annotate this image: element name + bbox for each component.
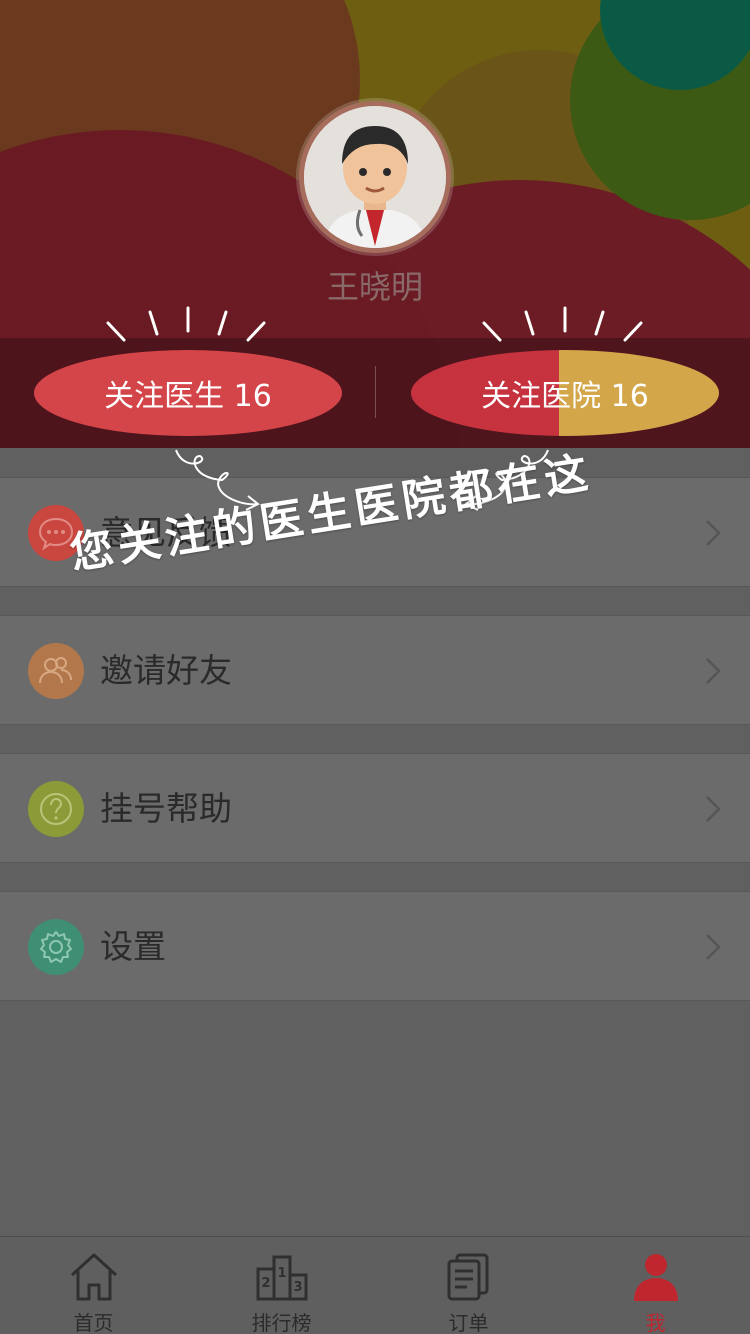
menu-item-registration-help[interactable]: 挂号帮助 bbox=[0, 753, 750, 863]
home-icon bbox=[70, 1253, 117, 1301]
follow-doctors-label: 关注医生 16 bbox=[104, 379, 272, 414]
question-icon bbox=[28, 781, 84, 837]
follow-hospitals-button[interactable]: 关注医院 16 bbox=[411, 350, 719, 436]
document-icon bbox=[447, 1253, 488, 1301]
chevron-right-icon bbox=[706, 934, 721, 960]
menu-label-invite-friends: 邀请好友 bbox=[100, 651, 232, 690]
tab-ranking-label: 排行榜 bbox=[251, 1311, 312, 1334]
svg-text:1: 1 bbox=[277, 1266, 286, 1281]
svg-text:3: 3 bbox=[293, 1280, 302, 1295]
bottom-tab-bar: 首页 1 2 3 排行榜 订单 我 bbox=[0, 1236, 750, 1334]
profile-header: 王晓明 关注医生 16 关注医院 16 bbox=[0, 0, 750, 448]
username: 王晓明 bbox=[326, 268, 423, 306]
tab-ranking[interactable]: 1 2 3 排行榜 bbox=[188, 1237, 375, 1334]
tab-me[interactable]: 我 bbox=[562, 1237, 749, 1334]
chevron-right-icon bbox=[706, 520, 721, 546]
avatar[interactable] bbox=[299, 101, 451, 253]
tab-orders-label: 订单 bbox=[448, 1311, 489, 1334]
follow-hospitals-label: 关注医院 16 bbox=[481, 379, 649, 414]
follow-divider bbox=[375, 366, 376, 418]
tab-orders[interactable]: 订单 bbox=[375, 1237, 562, 1334]
svg-text:2: 2 bbox=[261, 1276, 270, 1291]
follow-doctors-button[interactable]: 关注医生 16 bbox=[34, 350, 342, 436]
menu-item-settings[interactable]: 设置 bbox=[0, 891, 750, 1001]
podium-icon: 1 2 3 bbox=[256, 1255, 307, 1301]
menu-label-settings: 设置 bbox=[100, 927, 166, 966]
chevron-right-icon bbox=[706, 796, 721, 822]
gear-icon bbox=[28, 919, 84, 975]
menu-label-registration-help: 挂号帮助 bbox=[100, 789, 232, 828]
tab-me-label: 我 bbox=[645, 1311, 666, 1334]
users-icon bbox=[28, 643, 84, 699]
doctor-avatar-icon bbox=[304, 106, 446, 248]
user-icon bbox=[633, 1254, 678, 1301]
follow-bar: 关注医生 16 关注医院 16 bbox=[0, 338, 750, 448]
tab-home[interactable]: 首页 bbox=[0, 1237, 187, 1334]
menu-item-invite-friends[interactable]: 邀请好友 bbox=[0, 615, 750, 725]
tab-home-label: 首页 bbox=[73, 1311, 114, 1334]
chevron-right-icon bbox=[706, 658, 721, 684]
